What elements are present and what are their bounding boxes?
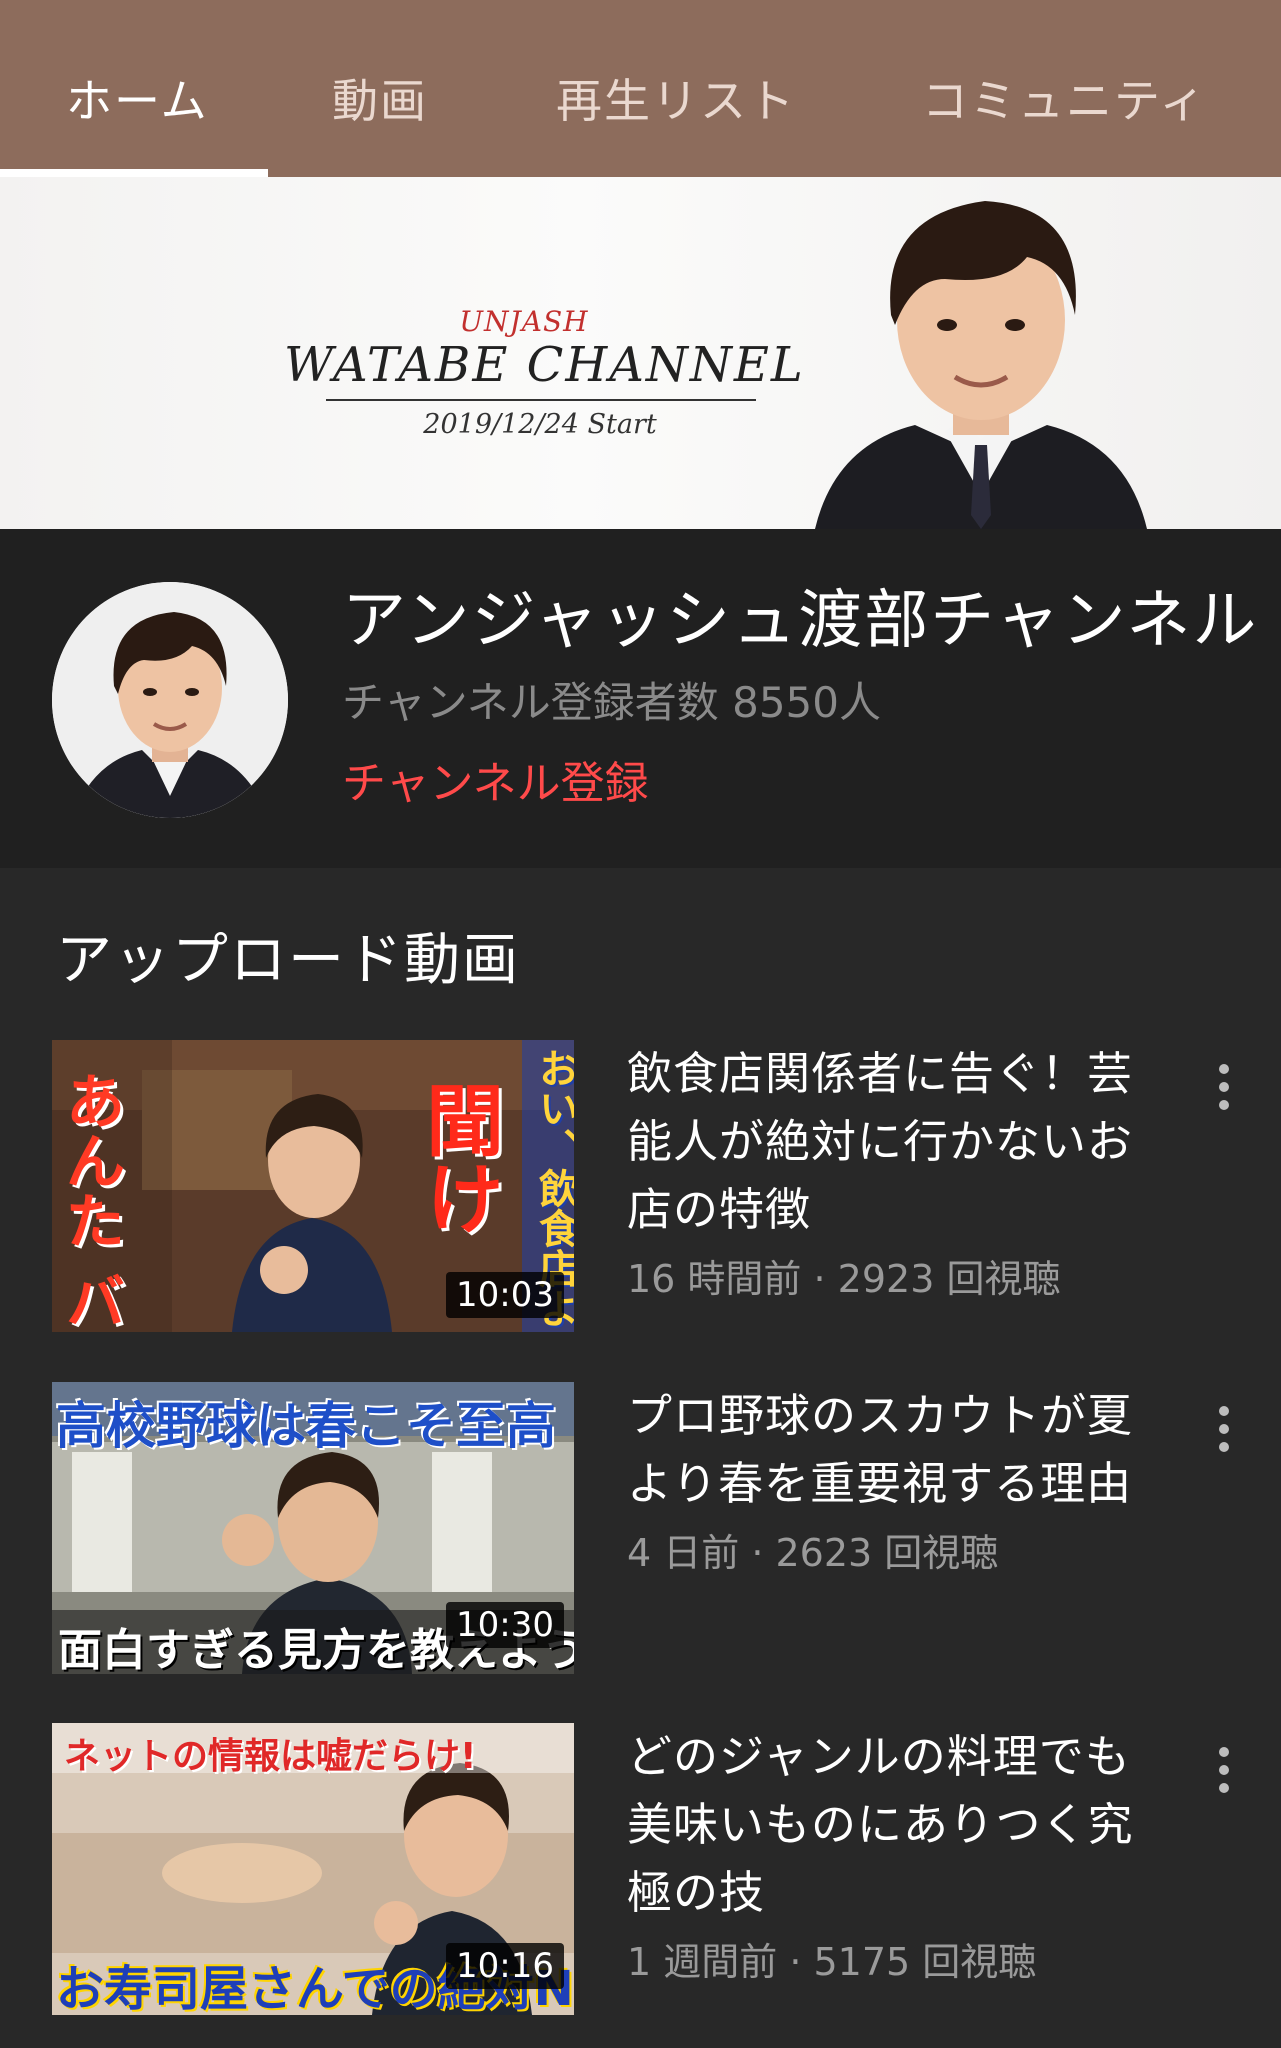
subscriber-count: チャンネル登録者数 8550人 — [342, 678, 881, 727]
tab-playlists[interactable]: 再生リスト — [556, 66, 796, 136]
channel-page: ホーム 動画 再生リスト コミュニティ UNJASH WATABE CHANNE… — [0, 0, 1281, 2048]
channel-header: アンジャッシュ渡部チャンネル チャンネル登録者数 8550人 チャンネル登録 — [0, 529, 1281, 868]
avatar-image — [52, 582, 288, 818]
banner-logo-main: WATABE CHANNEL — [284, 337, 805, 393]
video-item[interactable]: あんた バカだろ 聞け おい、飲食店よ 10:03 飲食店関係者に告ぐ！芸能人が… — [0, 1040, 1281, 1340]
channel-name: アンジャッシュ渡部チャンネル — [342, 584, 1259, 658]
channel-banner: UNJASH WATABE CHANNEL 2019/12/24 Start — [0, 177, 1281, 529]
video-duration: 10:03 — [446, 1272, 564, 1318]
thumbnail-caption-top: 高校野球は春こそ至高 — [56, 1397, 556, 1455]
banner-divider — [326, 399, 756, 401]
banner-start-date: 2019/12/24 Start — [423, 409, 657, 440]
video-thumbnail[interactable]: 高校野球は春こそ至高 面白すぎる見方を教えよう 10:30 — [52, 1382, 574, 1674]
video-duration: 10:16 — [446, 1943, 564, 1989]
video-title[interactable]: プロ野球のスカウトが夏より春を重要視する理由 — [627, 1382, 1147, 1518]
banner-portrait-image — [815, 201, 1147, 529]
thumbnail-caption-top: ネットの情報は嘘だらけ! — [64, 1736, 477, 1777]
more-vert-icon[interactable] — [1214, 1406, 1234, 1462]
more-vert-icon[interactable] — [1214, 1747, 1234, 1803]
thumbnail-caption-left: あんた バカだろ — [55, 1070, 125, 1332]
subscribe-button[interactable]: チャンネル登録 — [342, 747, 649, 811]
video-meta: 4 日前 · 2623 回視聴 — [627, 1531, 999, 1575]
video-duration: 10:30 — [446, 1602, 564, 1648]
video-meta: 1 週間前 · 5175 回視聴 — [627, 1940, 1037, 1984]
video-title[interactable]: 飲食店関係者に告ぐ！芸能人が絶対に行かないお店の特徴 — [627, 1040, 1147, 1244]
video-title[interactable]: どのジャンルの料理でも美味いものにありつく究極の技 — [627, 1723, 1147, 1927]
tab-home[interactable]: ホーム — [66, 66, 209, 136]
section-title: アップロード動画 — [56, 928, 520, 993]
video-thumbnail[interactable]: ネットの情報は嘘だらけ! お寿司屋さんでの絶対NGワード 10:16 — [52, 1723, 574, 2015]
video-item[interactable]: ネットの情報は嘘だらけ! お寿司屋さんでの絶対NGワード 10:16 どのジャン… — [0, 1723, 1281, 2023]
tab-videos[interactable]: 動画 — [332, 66, 428, 136]
channel-avatar[interactable] — [52, 582, 288, 818]
video-thumbnail[interactable]: あんた バカだろ 聞け おい、飲食店よ 10:03 — [52, 1040, 574, 1332]
tab-community[interactable]: コミュニティ — [922, 66, 1207, 136]
video-meta: 16 時間前 · 2923 回視聴 — [627, 1257, 1061, 1301]
more-vert-icon[interactable] — [1214, 1064, 1234, 1120]
banner-logo-small: UNJASH — [459, 305, 589, 338]
tab-bar: ホーム 動画 再生リスト コミュニティ — [0, 0, 1281, 177]
active-tab-indicator — [0, 169, 268, 177]
video-item[interactable]: 高校野球は春こそ至高 面白すぎる見方を教えよう 10:30 プロ野球のスカウトが… — [0, 1382, 1281, 1682]
thumbnail-caption-mid: 聞け — [413, 1080, 503, 1236]
